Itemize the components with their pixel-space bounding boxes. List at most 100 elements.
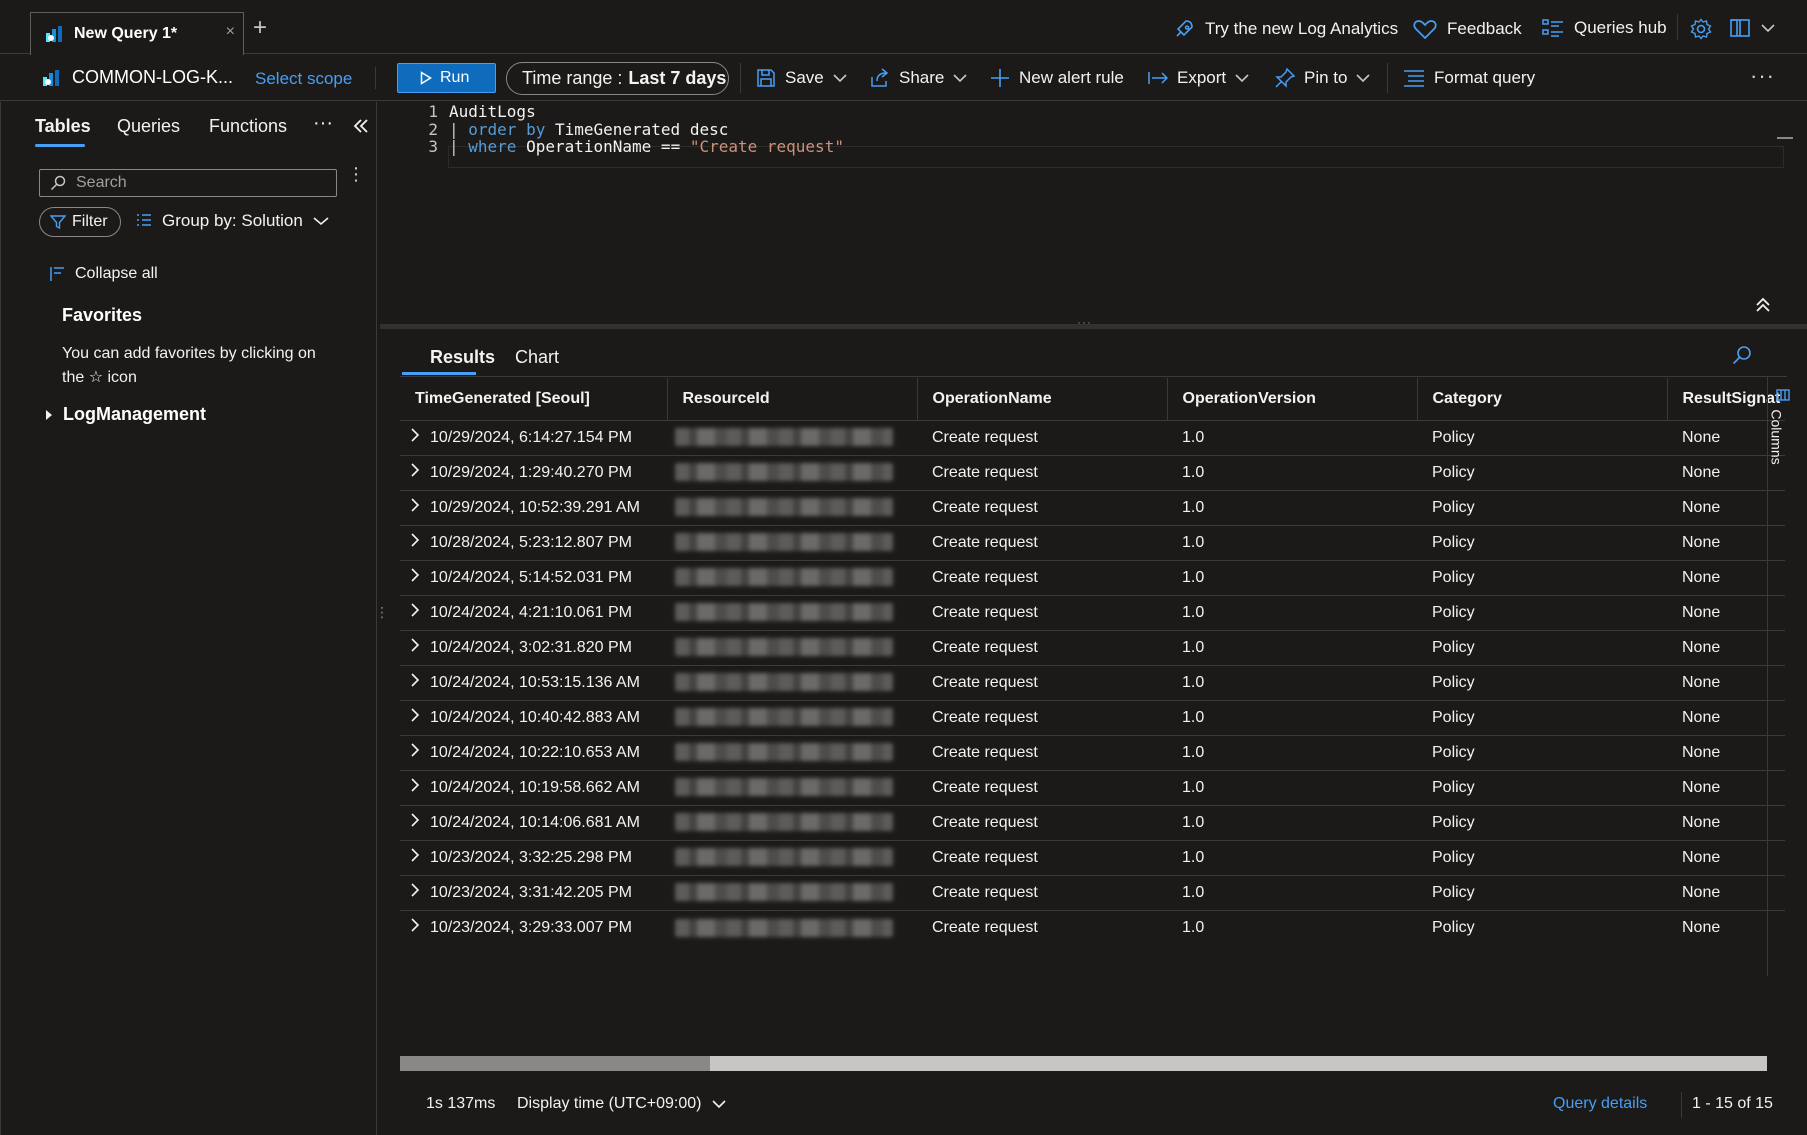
collapse-editor-button[interactable] — [1755, 297, 1771, 318]
group-by-dropdown[interactable]: Group by: Solution — [136, 211, 329, 231]
chevron-down-icon — [833, 74, 847, 83]
export-button[interactable]: Export — [1148, 68, 1249, 88]
scrollbar-thumb[interactable] — [400, 1056, 710, 1071]
try-new-log-analytics-button[interactable]: Try the new Log Analytics — [1173, 18, 1398, 40]
category-cell: Policy — [1417, 664, 1667, 700]
expand-row-icon[interactable] — [400, 603, 430, 621]
pane-resize-handle[interactable]: ⋮ — [375, 605, 389, 619]
more-tabs-button[interactable]: ··· — [313, 112, 333, 135]
schema-pane: Tables Queries Functions ··· Search ⋮ Fi… — [0, 102, 389, 1135]
divider — [1681, 1092, 1682, 1118]
tab-tables[interactable]: Tables — [35, 116, 91, 137]
column-header-operationversion[interactable]: OperationVersion — [1167, 378, 1418, 420]
tab-results[interactable]: Results — [430, 347, 495, 368]
query-details-link[interactable]: Query details — [1553, 1095, 1647, 1113]
operationname-cell: Create request — [917, 594, 1167, 630]
share-icon — [871, 68, 889, 87]
tree-item-logmanagement[interactable]: LogManagement — [45, 404, 206, 425]
tab-functions[interactable]: Functions — [209, 116, 287, 137]
expand-row-icon[interactable] — [400, 743, 430, 761]
expand-row-icon[interactable] — [400, 533, 430, 551]
category-cell: Policy — [1417, 909, 1667, 945]
column-header-operationname[interactable]: OperationName — [917, 378, 1168, 420]
expand-row-icon[interactable] — [400, 638, 430, 656]
table-row[interactable]: 10/23/2024, 3:29:33.007 PM Create request… — [400, 909, 1785, 945]
favorites-hint-icon: icon — [107, 369, 137, 386]
query-editor[interactable]: 1 AuditLogs 2 | order by TimeGenerated desc… — [380, 102, 1807, 324]
queries-hub-button[interactable]: Queries hub — [1542, 18, 1667, 38]
collapse-all-button[interactable]: Collapse all — [49, 265, 158, 283]
resourceid-cell — [667, 524, 917, 560]
new-alert-rule-button[interactable]: New alert rule — [990, 68, 1124, 88]
expand-row-icon[interactable] — [400, 673, 430, 691]
expand-row-icon[interactable] — [400, 848, 430, 866]
time-cell: 10/29/2024, 1:29:40.270 PM — [400, 454, 667, 490]
table-row[interactable]: 10/23/2024, 3:31:42.205 PM Create request… — [400, 874, 1785, 910]
column-header-resourceid[interactable]: ResourceId — [667, 378, 918, 420]
time-cell: 10/23/2024, 3:29:33.007 PM — [400, 909, 667, 945]
expand-row-icon[interactable] — [400, 708, 430, 726]
table-row[interactable]: 10/24/2024, 5:14:52.031 PM Create request… — [400, 559, 1785, 595]
format-query-button[interactable]: Format query — [1403, 68, 1535, 88]
expand-row-icon[interactable] — [400, 498, 430, 516]
tab-chart[interactable]: Chart — [515, 347, 559, 368]
table-row[interactable]: 10/29/2024, 6:14:27.154 PM Create request… — [400, 419, 1785, 455]
table-row[interactable]: 10/24/2024, 10:22:10.653 AM Create reques… — [400, 734, 1785, 770]
table-row[interactable]: 10/24/2024, 3:02:31.820 PM Create request… — [400, 629, 1785, 665]
table-row[interactable]: 10/29/2024, 10:52:39.291 AM Create reques… — [400, 489, 1785, 525]
line-number: 2 — [428, 119, 438, 139]
query-tab[interactable]: New Query 1* × — [30, 12, 244, 55]
expand-row-icon[interactable] — [400, 778, 430, 796]
table-row[interactable]: 10/24/2024, 10:40:42.883 AM Create reques… — [400, 699, 1785, 735]
time-range-picker[interactable]: Time range : Last 7 days — [506, 62, 729, 95]
table-row[interactable]: 10/28/2024, 5:23:12.807 PM Create request… — [400, 524, 1785, 560]
redacted-resource-id — [675, 428, 893, 447]
close-tab-icon[interactable]: × — [226, 23, 235, 41]
book-dropdown-button[interactable] — [1729, 18, 1775, 38]
code-token: where — [468, 137, 517, 156]
run-button[interactable]: Run — [397, 63, 496, 93]
more-commands-button[interactable]: ··· — [1750, 63, 1775, 89]
add-tab-button[interactable]: + — [253, 16, 267, 40]
search-options-button[interactable]: ⋮ — [347, 165, 365, 183]
horizontal-scrollbar[interactable] — [400, 1056, 1767, 1071]
pin-to-button[interactable]: Pin to — [1275, 68, 1371, 88]
resourceid-cell — [667, 559, 917, 595]
expand-row-icon[interactable] — [400, 428, 430, 446]
redacted-resource-id — [675, 918, 893, 937]
column-header-category[interactable]: Category — [1417, 378, 1668, 420]
category-cell: Policy — [1417, 559, 1667, 595]
table-row[interactable]: 10/24/2024, 10:53:15.136 AM Create reques… — [400, 664, 1785, 700]
share-button[interactable]: Share — [870, 68, 967, 88]
display-time-dropdown[interactable]: Display time (UTC+09:00) — [517, 1095, 726, 1113]
operationversion-cell: 1.0 — [1167, 769, 1417, 805]
feedback-button[interactable]: Feedback — [1413, 18, 1522, 40]
expand-row-icon[interactable] — [400, 918, 430, 936]
column-header-timegenerated[interactable]: TimeGenerated [Seoul] — [400, 378, 668, 420]
search-results-button[interactable] — [1732, 345, 1752, 370]
table-row[interactable]: 10/24/2024, 10:14:06.681 AM Create reques… — [400, 804, 1785, 840]
table-row[interactable]: 10/23/2024, 3:32:25.298 PM Create request… — [400, 839, 1785, 875]
time-cell: 10/29/2024, 6:14:27.154 PM — [400, 419, 667, 455]
divider — [1387, 63, 1388, 93]
table-row[interactable]: 10/29/2024, 1:29:40.270 PM Create request… — [400, 454, 1785, 490]
collapse-pane-button[interactable] — [353, 118, 369, 139]
time-cell: 10/23/2024, 3:32:25.298 PM — [400, 839, 667, 875]
columns-panel-toggle[interactable]: Columns — [1769, 389, 1795, 479]
queries-hub-icon — [1542, 19, 1563, 37]
log-analytics-icon — [43, 69, 59, 86]
redacted-resource-id — [675, 778, 893, 797]
expand-row-icon[interactable] — [400, 463, 430, 481]
expand-row-icon[interactable] — [400, 813, 430, 831]
schema-search-input[interactable]: Search — [39, 169, 337, 197]
settings-button[interactable] — [1690, 18, 1712, 40]
redacted-resource-id — [675, 603, 893, 622]
save-button[interactable]: Save — [756, 68, 847, 88]
table-row[interactable]: 10/24/2024, 4:21:10.061 PM Create request… — [400, 594, 1785, 630]
tab-queries[interactable]: Queries — [117, 116, 180, 137]
select-scope-link[interactable]: Select scope — [255, 69, 352, 89]
expand-row-icon[interactable] — [400, 568, 430, 586]
table-row[interactable]: 10/24/2024, 10:19:58.662 AM Create reques… — [400, 769, 1785, 805]
expand-row-icon[interactable] — [400, 883, 430, 901]
filter-button[interactable]: Filter — [39, 207, 121, 237]
